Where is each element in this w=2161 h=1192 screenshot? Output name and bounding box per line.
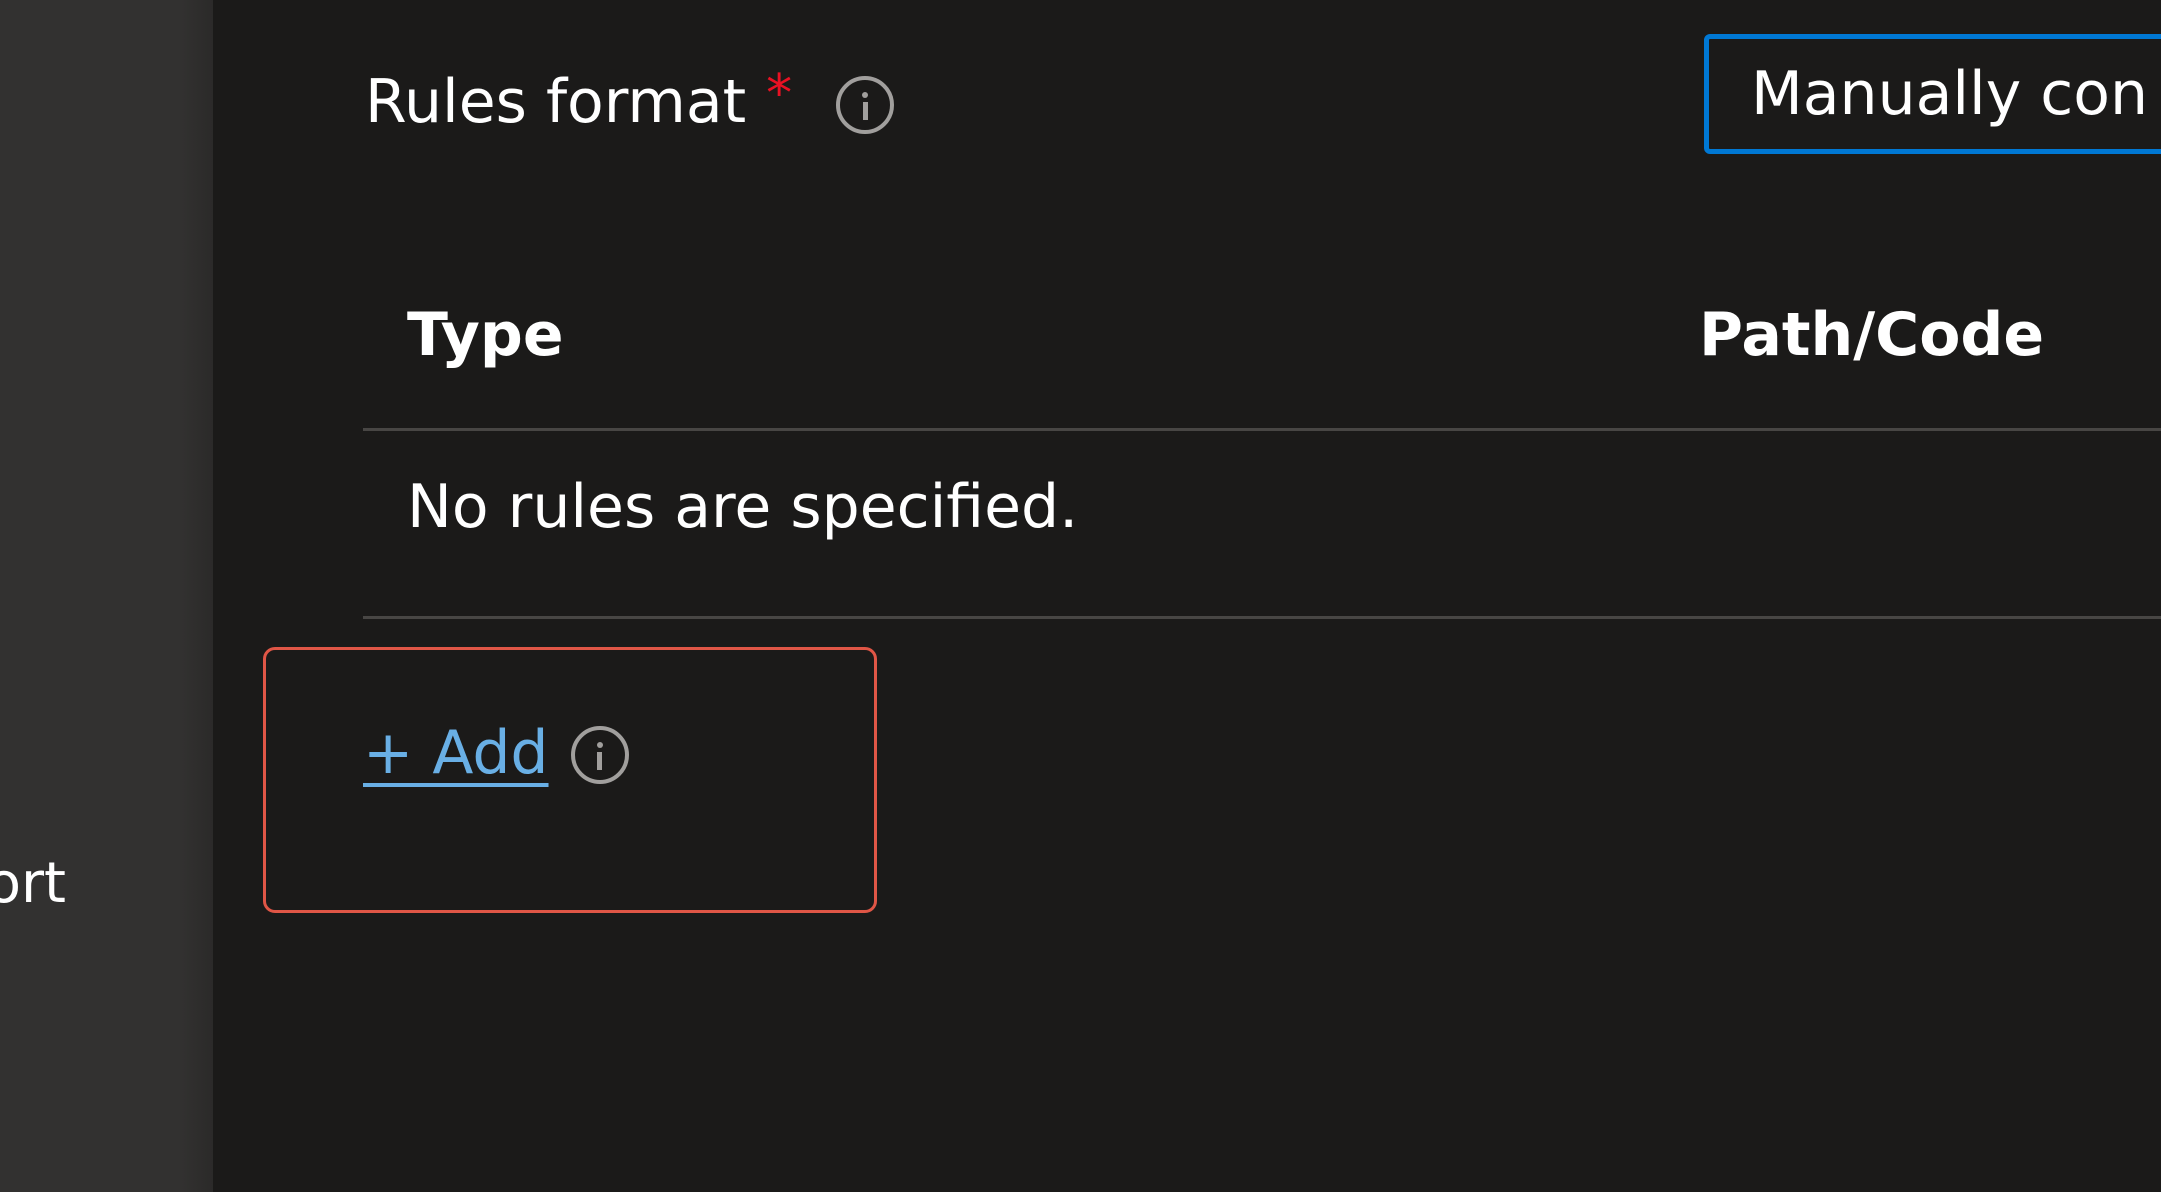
- column-header-path-code: Path/Code: [1699, 300, 2045, 370]
- info-icon[interactable]: [836, 76, 895, 134]
- add-rule-row: + Add: [363, 711, 629, 795]
- table-empty-message: No rules are specified.: [407, 472, 1079, 542]
- rules-format-selected-value: Manually con: [1751, 59, 2149, 129]
- required-indicator: *: [766, 64, 793, 124]
- info-icon[interactable]: [570, 726, 629, 784]
- rules-table-header: Type Path/Code: [363, 290, 2161, 430]
- table-header-divider: [363, 428, 2161, 431]
- rules-format-label: Rules format: [365, 67, 747, 137]
- rules-format-field: Rules format *: [365, 62, 895, 142]
- rules-format-dropdown[interactable]: Manually con: [1704, 34, 2161, 154]
- sidebar-item-label[interactable]: ort: [0, 854, 66, 914]
- table-bottom-divider: [363, 616, 2161, 619]
- column-header-type: Type: [407, 300, 564, 370]
- left-navigation-sidebar: ort: [0, 0, 213, 1192]
- add-rule-link[interactable]: + Add: [363, 718, 549, 788]
- main-content: Rules format * Manually con Type Path/Co…: [213, 0, 2161, 1192]
